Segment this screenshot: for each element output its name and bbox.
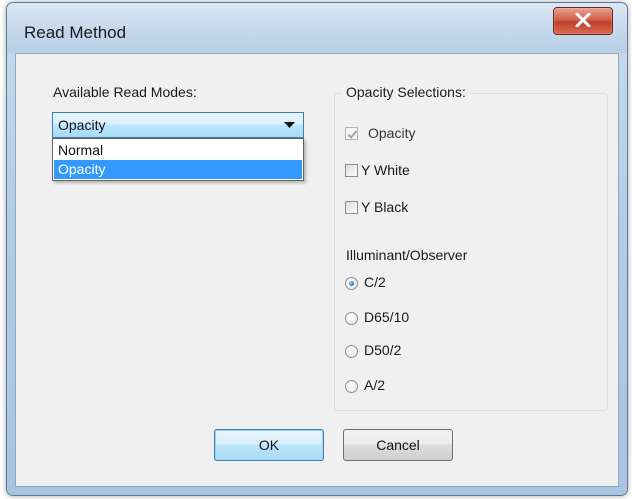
- radio-d50-2[interactable]: [345, 345, 358, 358]
- radio-d65-10[interactable]: [345, 312, 358, 325]
- read-mode-selected-value: Opacity: [58, 117, 106, 133]
- read-mode-dropdown-list: Normal Opacity: [52, 138, 304, 181]
- y-white-checkbox-label: Y White: [361, 162, 410, 178]
- read-mode-combobox[interactable]: Opacity: [52, 112, 304, 138]
- check-icon: [347, 130, 358, 139]
- y-black-checkbox-label: Y Black: [361, 199, 409, 215]
- radio-d50-2-label: D50/2: [364, 342, 402, 358]
- dropdown-option-normal[interactable]: Normal: [54, 141, 302, 160]
- radio-c2-label: C/2: [364, 274, 386, 290]
- opacity-checkbox-label: Opacity: [368, 125, 416, 141]
- dropdown-option-opacity[interactable]: Opacity: [54, 160, 302, 179]
- cancel-button[interactable]: Cancel: [343, 429, 453, 461]
- ok-button[interactable]: OK: [214, 429, 324, 461]
- chevron-down-icon: [284, 122, 295, 128]
- close-button[interactable]: [553, 7, 613, 35]
- dialog-body: Available Read Modes: Opacity Normal Opa…: [15, 53, 619, 487]
- radio-c2[interactable]: [345, 277, 358, 290]
- radio-d65-10-label: D65/10: [364, 309, 410, 325]
- opacity-selections-caption: Opacity Selections:: [342, 84, 470, 100]
- y-black-checkbox[interactable]: [345, 201, 358, 214]
- radio-a2-label: A/2: [364, 377, 386, 393]
- illuminant-observer-label: Illuminant/Observer: [346, 247, 468, 263]
- read-modes-label: Available Read Modes:: [53, 84, 197, 100]
- window-title: Read Method: [24, 23, 127, 42]
- radio-selected-dot: [349, 281, 354, 286]
- dialog-window: Read Method Available Read Modes: Opacit…: [6, 2, 628, 496]
- radio-a2[interactable]: [345, 380, 358, 393]
- title-bar[interactable]: Read Method: [7, 3, 627, 53]
- y-white-checkbox[interactable]: [345, 164, 358, 177]
- opacity-checkbox[interactable]: [345, 127, 358, 140]
- close-icon: [575, 13, 591, 27]
